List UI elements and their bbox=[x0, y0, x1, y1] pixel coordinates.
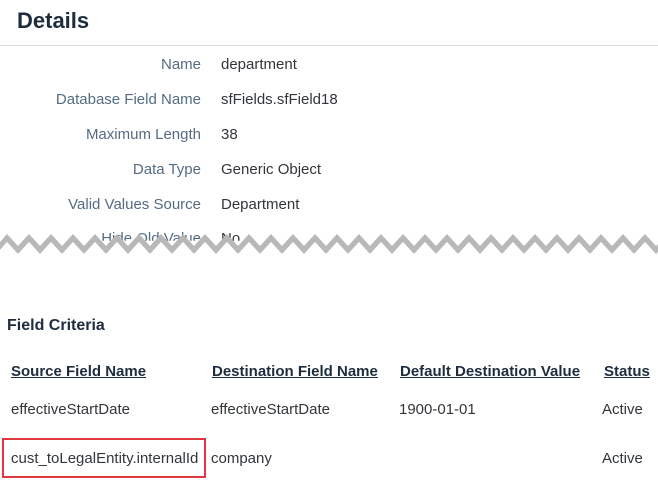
column-header-source-field-name[interactable]: Source Field Name bbox=[11, 363, 146, 380]
detail-row-valid-values-source: Valid Values Source Department bbox=[0, 196, 658, 220]
detail-value: sfFields.sfField18 bbox=[221, 91, 338, 108]
detail-row-hide-old-value: Hide Old Value No bbox=[0, 230, 658, 247]
detail-row-name: Name department bbox=[0, 56, 658, 80]
detail-value: 38 bbox=[221, 126, 238, 143]
column-header-default-destination-value[interactable]: Default Destination Value bbox=[400, 363, 580, 380]
column-header-status[interactable]: Status bbox=[604, 363, 650, 380]
table-cell-destination: company bbox=[211, 450, 272, 467]
detail-value: department bbox=[221, 56, 297, 73]
field-criteria-title: Field Criteria bbox=[7, 317, 105, 334]
detail-label: Valid Values Source bbox=[68, 196, 201, 213]
table-cell-status: Active bbox=[602, 450, 643, 467]
table-cell-destination: effectiveStartDate bbox=[211, 401, 330, 418]
table-cell-source: effectiveStartDate bbox=[11, 401, 130, 418]
table-cell-default: 1900-01-01 bbox=[399, 401, 476, 418]
detail-label: Name bbox=[160, 56, 201, 73]
details-header: Details bbox=[0, 0, 658, 46]
detail-row-maximum-length: Maximum Length 38 bbox=[0, 126, 658, 150]
detail-label: Maximum Length bbox=[85, 126, 201, 143]
details-page: Details Name department Database Field N… bbox=[0, 0, 658, 490]
page-title: Details bbox=[17, 8, 90, 33]
detail-value: No bbox=[221, 230, 241, 247]
detail-value: Department bbox=[221, 196, 300, 213]
torn-edge-divider bbox=[0, 234, 658, 272]
detail-row-database-field-name: Database Field Name sfFields.sfField18 bbox=[0, 91, 658, 115]
detail-label: Database Field Name bbox=[55, 91, 201, 108]
column-header-destination-field-name[interactable]: Destination Field Name bbox=[212, 363, 378, 380]
detail-label: Data Type bbox=[132, 161, 201, 178]
highlight-annotation-box bbox=[2, 438, 206, 478]
table-cell-status: Active bbox=[602, 401, 643, 418]
detail-label: Hide Old Value bbox=[101, 230, 201, 247]
detail-value: Generic Object bbox=[221, 161, 322, 178]
detail-row-data-type: Data Type Generic Object bbox=[0, 161, 658, 185]
